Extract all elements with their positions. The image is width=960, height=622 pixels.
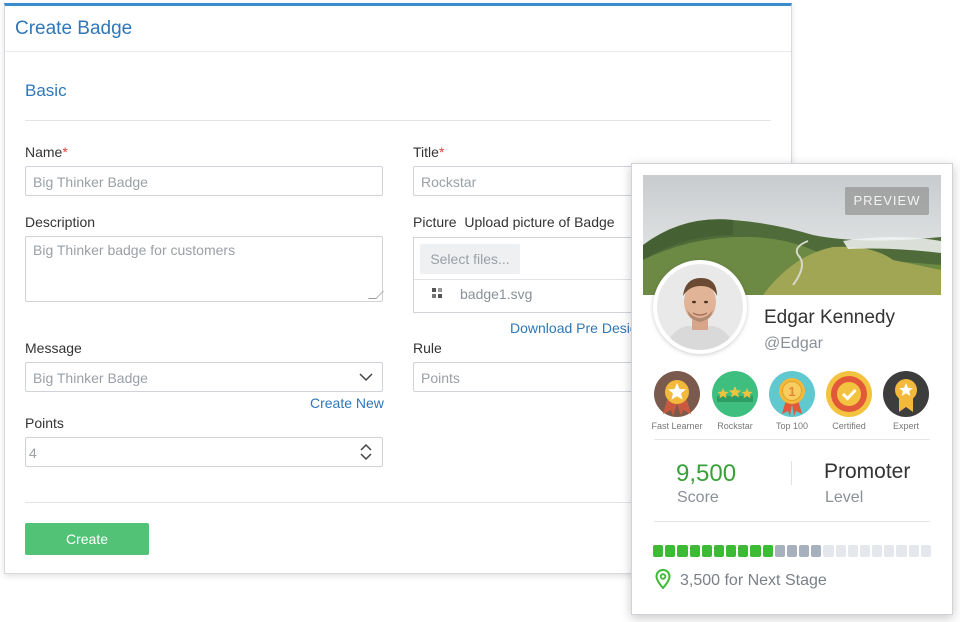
badge-certified: Certified: [819, 370, 879, 431]
progress-segment: [859, 545, 871, 557]
file-icon: [432, 288, 442, 298]
required-marker: *: [62, 144, 68, 160]
create-new-link[interactable]: Create New: [310, 395, 384, 411]
stats-divider-bottom: [654, 521, 930, 522]
description-label: Description: [25, 214, 96, 230]
progress-segment: [701, 545, 712, 557]
progress-segment: [689, 545, 700, 557]
progress-segment: [896, 545, 907, 557]
section-divider: [25, 120, 771, 121]
description-textarea[interactable]: Big Thinker badge for customers: [25, 236, 384, 302]
certified-check-icon: [826, 371, 872, 417]
create-button[interactable]: Create: [25, 523, 149, 555]
progress-segment: [799, 545, 810, 557]
star-medal-icon: [883, 371, 929, 417]
progress-segment: [884, 545, 895, 557]
stage-progress-bar: [653, 545, 931, 557]
picture-label-text: Picture: [413, 214, 457, 230]
level-value: Promoter: [824, 460, 911, 483]
description-placeholder: Big Thinker badge for customers: [33, 242, 236, 258]
points-value: 4: [29, 445, 37, 461]
stats-vertical-divider: [791, 461, 792, 485]
location-pin-icon: [655, 569, 671, 589]
badge-label: Rockstar: [717, 421, 753, 431]
picture-label: Picture Upload picture of Badge: [413, 214, 615, 230]
avatar: [653, 260, 747, 354]
user-handle: @Edgar: [764, 335, 823, 352]
required-marker: *: [438, 144, 445, 160]
badge-label: Fast Learner: [651, 421, 703, 431]
user-photo: [657, 264, 743, 350]
badge-list: Fast Learner Rockstar 1 Top 100 Certifie…: [646, 370, 936, 434]
progress-segment: [872, 545, 883, 557]
title-input-placeholder: Rockstar: [421, 174, 477, 190]
name-label: Name*: [25, 144, 68, 160]
progress-segment: [713, 545, 725, 557]
message-label: Message: [25, 340, 82, 356]
badge-label: Certified: [832, 421, 866, 431]
title-label-text: Title: [413, 144, 439, 160]
progress-segment: [835, 545, 846, 557]
progress-segment: [920, 545, 931, 557]
chevron-down-icon: [359, 373, 373, 382]
message-select[interactable]: Big Thinker Badge: [25, 362, 383, 392]
resize-handle[interactable]: [368, 291, 384, 299]
title-label: Title*: [413, 144, 444, 160]
name-label-text: Name: [25, 144, 63, 160]
badge-rockstar: Rockstar: [705, 370, 765, 431]
progress-segment: [823, 545, 834, 557]
badge-expert: Expert: [876, 370, 936, 431]
badge-preview-card: PREVIEW Edgar Kennedy @Edgar Fast Learne…: [631, 163, 953, 615]
page-title: Create Badge: [15, 18, 133, 39]
message-select-value: Big Thinker Badge: [33, 370, 148, 386]
progress-segment: [726, 545, 737, 557]
points-label: Points: [25, 415, 64, 431]
picture-sublabel: Upload picture of Badge: [464, 214, 615, 230]
progress-segment: [811, 545, 822, 557]
badge-label: Top 100: [775, 421, 809, 431]
stepper-arrows-icon[interactable]: [358, 441, 374, 463]
level-label: Level: [825, 489, 864, 506]
progress-segment: [665, 545, 676, 557]
section-title-basic: Basic: [25, 81, 67, 100]
stats-divider-top: [654, 439, 930, 440]
star-ribbon-icon: [654, 371, 700, 417]
progress-segment: [738, 545, 749, 557]
user-name: Edgar Kennedy: [764, 307, 895, 328]
progress-segment: [762, 545, 773, 557]
progress-segment: [774, 545, 785, 557]
progress-segment: [908, 545, 919, 557]
next-stage-text: 3,500 for Next Stage: [680, 572, 827, 589]
progress-segment: [750, 545, 761, 557]
badge-label: Expert: [892, 421, 919, 431]
panel-header: Create Badge: [5, 6, 791, 52]
progress-segment: [653, 545, 664, 557]
points-stepper[interactable]: 4: [25, 437, 383, 467]
badge-fast-learner: Fast Learner: [647, 370, 707, 431]
preview-tag: PREVIEW: [845, 187, 929, 215]
rule-label: Rule: [413, 340, 442, 356]
progress-segment: [786, 545, 798, 557]
download-predesigned-link[interactable]: Download Pre Desig: [510, 320, 638, 336]
name-input[interactable]: Big Thinker Badge: [25, 166, 383, 196]
badge-top-100: 1 Top 100: [762, 370, 822, 431]
score-label: Score: [677, 489, 719, 506]
medal-one-icon: 1: [769, 371, 815, 417]
name-input-placeholder: Big Thinker Badge: [33, 174, 148, 190]
svg-text:1: 1: [788, 384, 795, 399]
progress-segment: [847, 545, 858, 557]
rule-select-value: Points: [421, 370, 460, 386]
uploaded-file-name: badge1.svg: [460, 286, 533, 302]
three-stars-icon: [712, 371, 758, 417]
progress-segment: [677, 545, 688, 557]
select-files-button[interactable]: Select files...: [420, 244, 520, 274]
score-value: 9,500: [676, 460, 737, 487]
